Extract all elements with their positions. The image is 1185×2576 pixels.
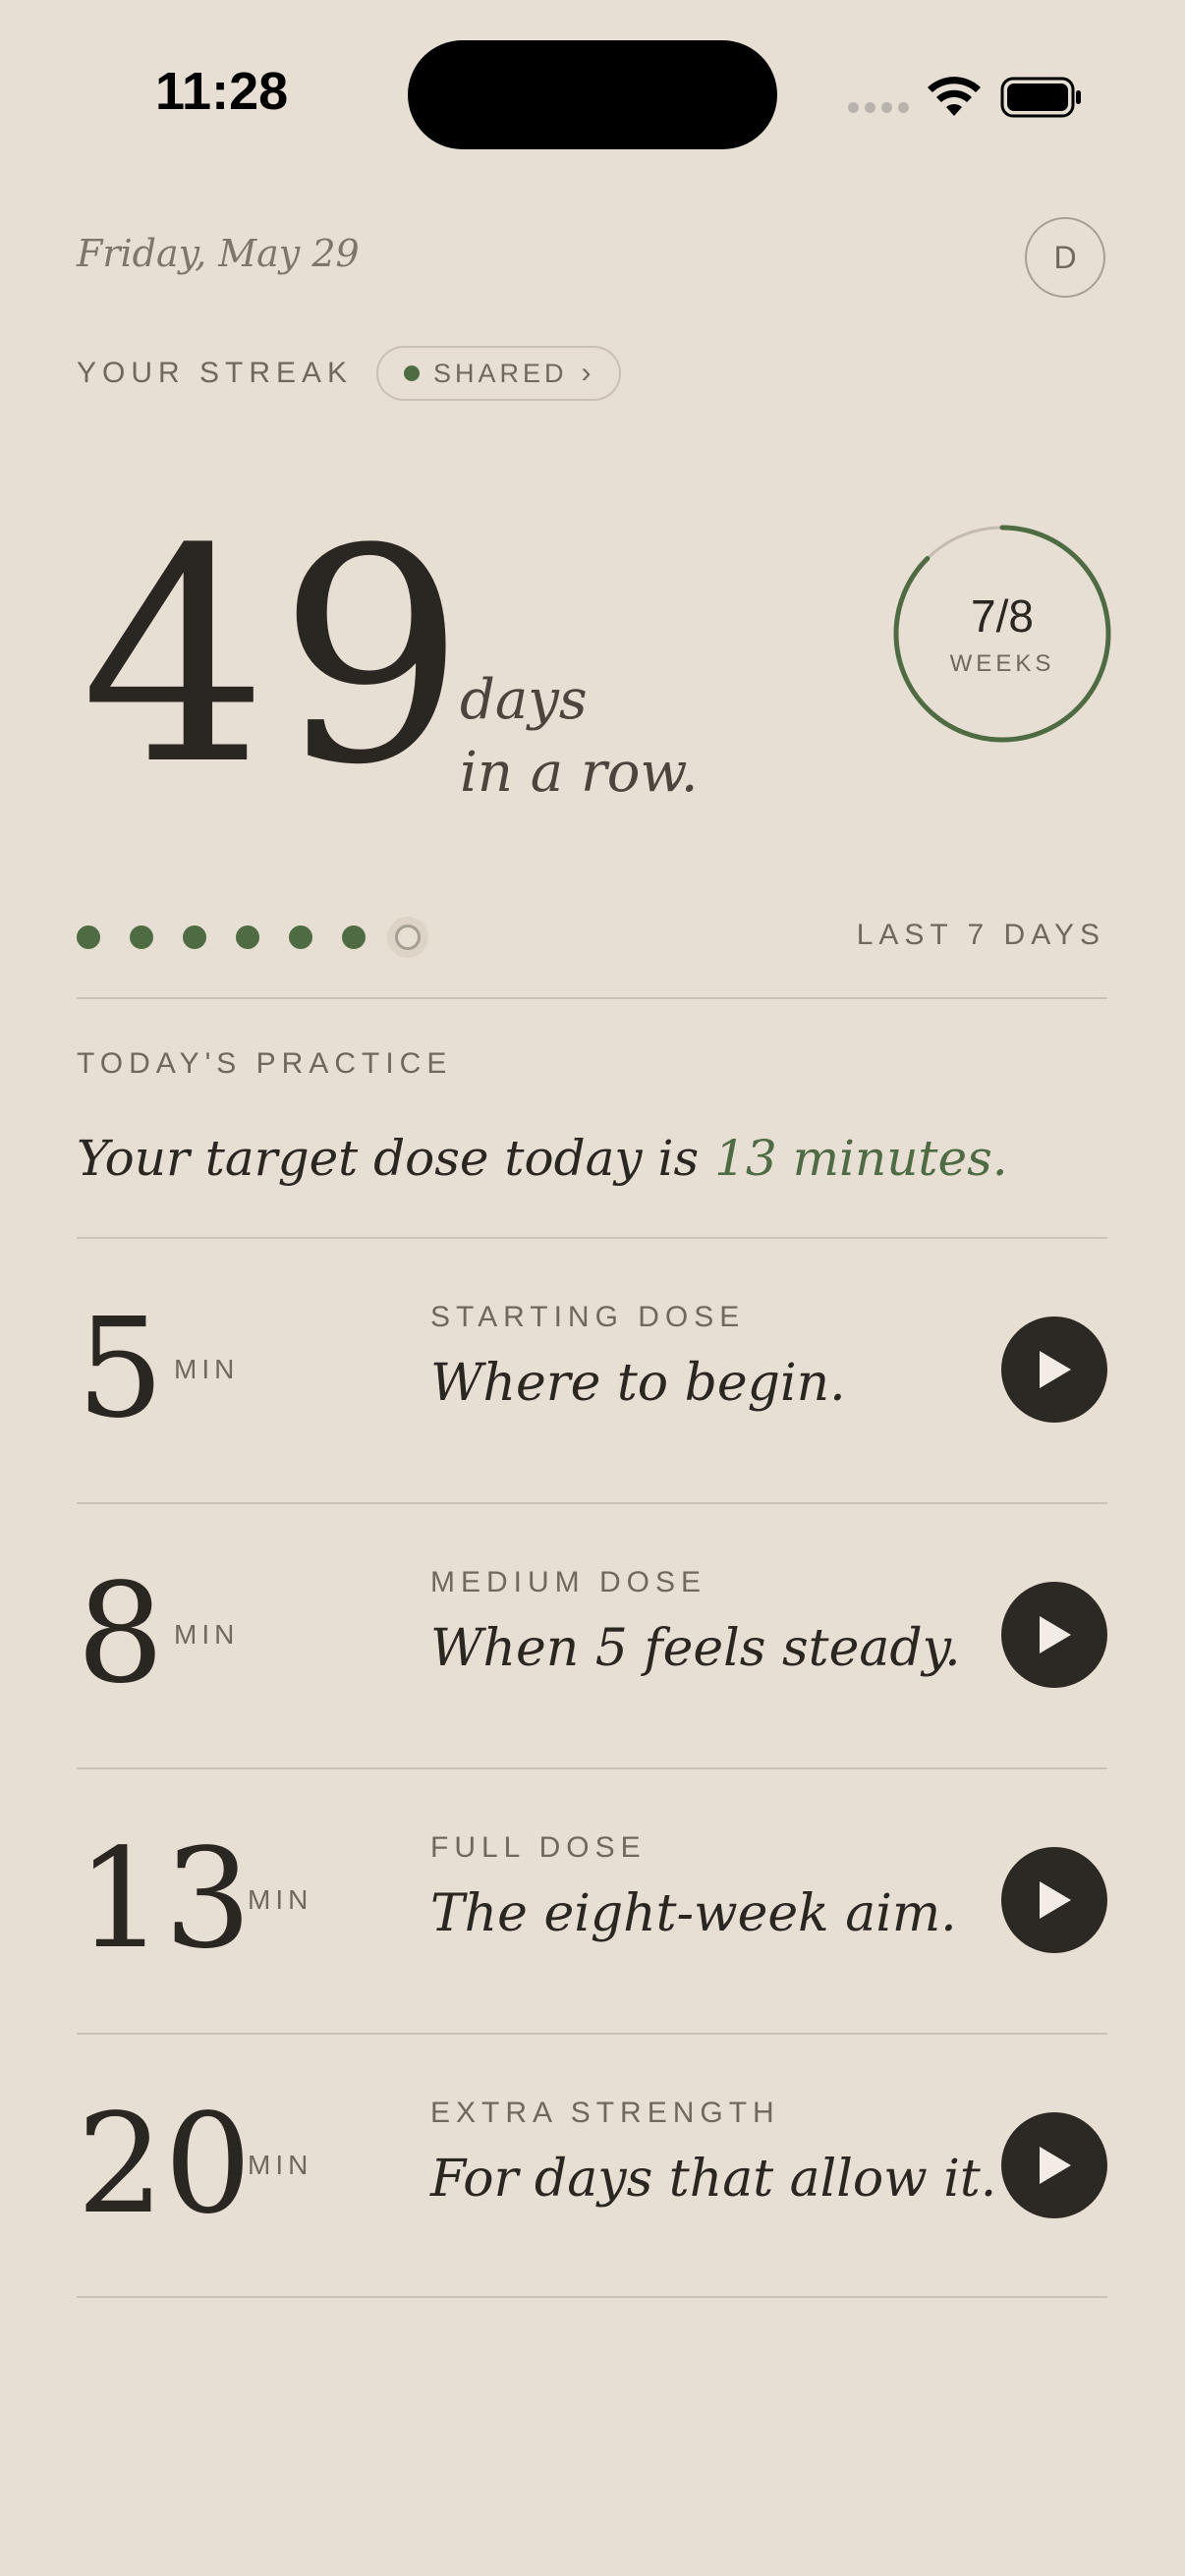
target-dose-value: 13 minutes. xyxy=(714,1130,1008,1187)
status-time: 11:28 xyxy=(155,62,289,121)
dose-unit: MIN xyxy=(248,2150,313,2180)
dose-minutes: 13 xyxy=(77,1820,253,1980)
play-icon xyxy=(1040,1881,1071,1919)
dose-row-medium[interactable]: 8 MIN MEDIUM DOSE When 5 feels steady. xyxy=(77,1503,1107,1766)
weeks-value: 7/8 xyxy=(971,590,1034,642)
divider xyxy=(77,997,1107,999)
shared-status-dot xyxy=(404,365,420,381)
dose-kicker: FULL DOSE xyxy=(430,1831,647,1864)
day-dot-complete xyxy=(342,925,366,949)
dose-kicker: STARTING DOSE xyxy=(430,1301,746,1333)
dose-kicker: MEDIUM DOSE xyxy=(430,1566,707,1598)
play-button[interactable] xyxy=(1001,2112,1107,2218)
day-dot-pending xyxy=(395,924,421,950)
dose-description: For days that allow it. xyxy=(430,2150,997,2209)
avatar[interactable]: D xyxy=(1025,217,1105,298)
dynamic-island xyxy=(408,40,777,149)
day-dot-complete xyxy=(289,925,312,949)
dose-unit: MIN xyxy=(174,1619,240,1650)
dose-description: Where to begin. xyxy=(430,1354,846,1413)
dose-minutes: 20 xyxy=(77,2085,253,2245)
target-dose-sentence: Your target dose today is 13 minutes. xyxy=(77,1130,1008,1187)
last-7-days-label: LAST 7 DAYS xyxy=(856,919,1105,951)
day-dot-complete xyxy=(236,925,259,949)
streak-label: YOUR STREAK xyxy=(77,357,354,389)
streak-caption: days in a row. xyxy=(460,664,699,810)
shared-label: SHARED xyxy=(433,358,568,388)
play-icon xyxy=(1040,1616,1071,1653)
dose-row-extra[interactable]: 20 MIN EXTRA STRENGTH For days that allo… xyxy=(77,2034,1107,2297)
play-button[interactable] xyxy=(1001,1582,1107,1688)
day-dot-complete xyxy=(183,925,206,949)
streak-caption-line-1: days xyxy=(460,668,588,732)
play-button[interactable] xyxy=(1001,1847,1107,1953)
last-7-days-dots xyxy=(77,924,421,950)
shared-button[interactable]: SHARED › xyxy=(376,346,621,401)
day-dot-complete xyxy=(130,925,153,949)
chevron-right-icon: › xyxy=(581,357,592,389)
dose-row-starting[interactable]: 5 MIN STARTING DOSE Where to begin. xyxy=(77,1238,1107,1501)
weeks-label: WEEKS xyxy=(949,650,1055,677)
dose-minutes: 5 xyxy=(77,1289,165,1449)
battery-icon xyxy=(1000,77,1081,118)
date-label: Friday, May 29 xyxy=(77,232,360,275)
target-dose-prefix: Your target dose today is xyxy=(77,1130,715,1187)
day-dot-complete xyxy=(77,925,100,949)
streak-count: 49 xyxy=(81,486,476,829)
dose-unit: MIN xyxy=(174,1354,240,1384)
cellular-signal-icon xyxy=(848,102,909,113)
dose-description: When 5 feels steady. xyxy=(430,1619,961,1678)
divider xyxy=(77,2296,1107,2298)
dose-minutes: 8 xyxy=(77,1554,165,1714)
dose-row-full[interactable]: 13 MIN FULL DOSE The eight-week aim. xyxy=(77,1768,1107,2032)
play-icon xyxy=(1040,1351,1071,1388)
streak-caption-line-2: in a row. xyxy=(460,741,699,805)
wifi-icon xyxy=(928,77,981,116)
dose-unit: MIN xyxy=(248,1884,313,1915)
play-icon xyxy=(1040,2147,1071,2184)
weeks-progress-text: 7/8 WEEKS xyxy=(889,521,1115,747)
dose-kicker: EXTRA STRENGTH xyxy=(430,2097,780,2129)
dose-description: The eight-week aim. xyxy=(430,1884,957,1943)
todays-practice-label: TODAY'S PRACTICE xyxy=(77,1047,453,1080)
play-button[interactable] xyxy=(1001,1316,1107,1423)
